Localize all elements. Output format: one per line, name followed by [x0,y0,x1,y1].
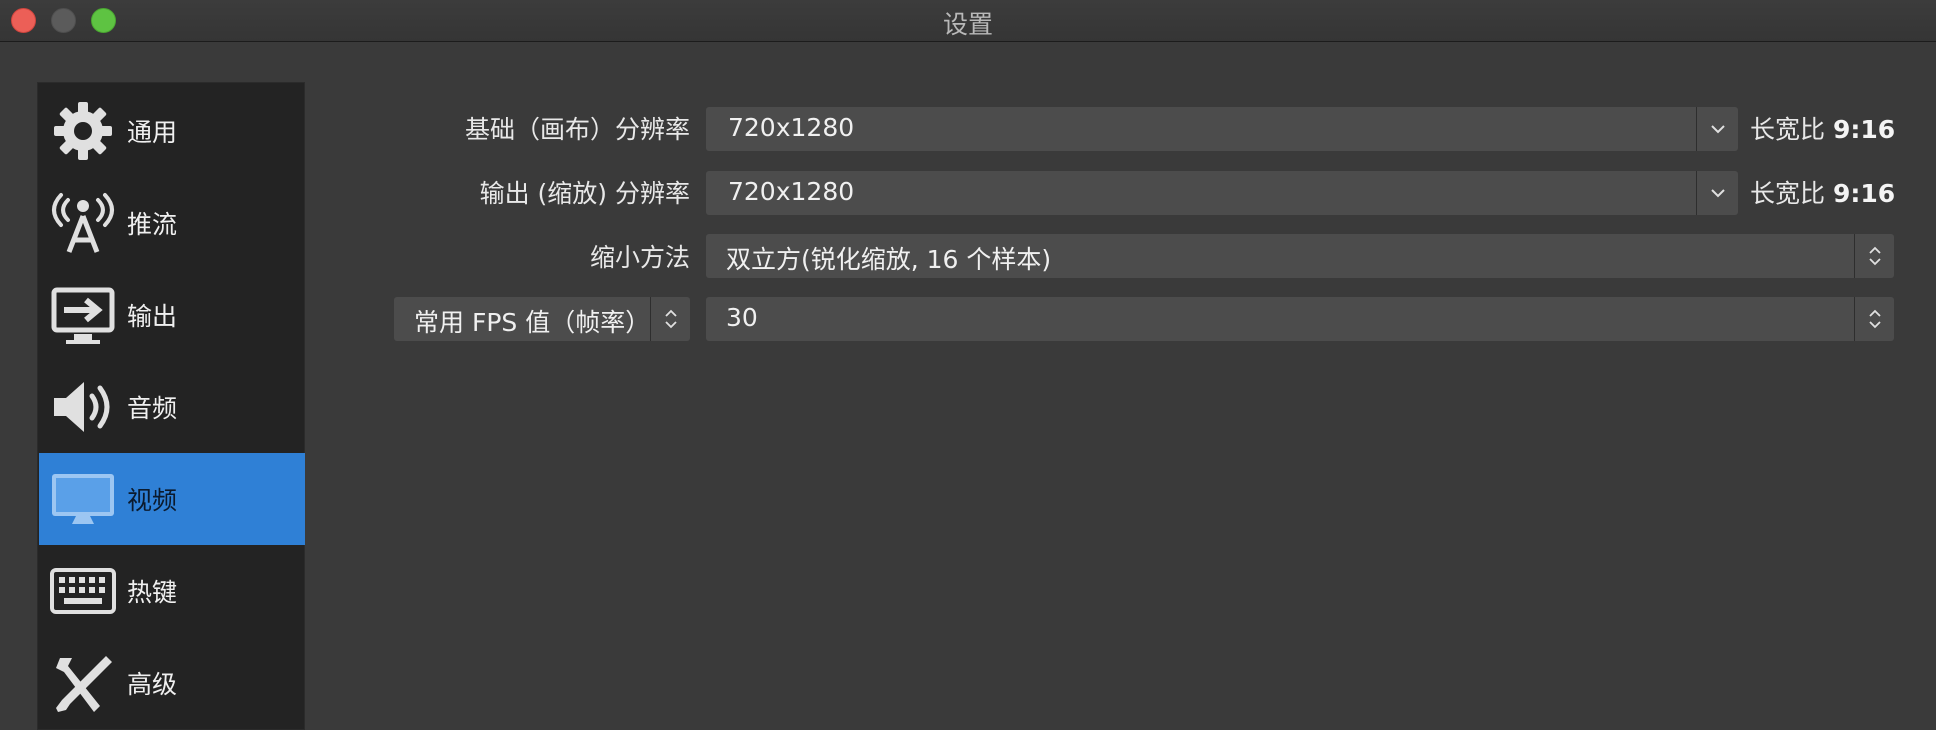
up-down-chevron-icon [1868,246,1881,266]
sidebar-item-label: 输出 [127,302,178,331]
output-aspect-ratio: 长宽比 9:16 [1750,174,1895,210]
sidebar-item-video[interactable]: 视频 [39,453,305,545]
fps-type-stepper[interactable] [650,297,690,341]
settings-sidebar: 通用 推流 输出 音频 视频 热键 高级 [37,82,305,730]
base-aspect-ratio: 长宽比 9:16 [1750,110,1895,146]
output-aspect-ratio-label: 长宽比 [1750,179,1826,208]
downscale-filter-select[interactable]: 双立方(锐化缩放, 16 个样本) [706,234,1894,278]
base-resolution-label: 基础（画布）分辨率 [464,115,690,144]
downscale-filter-value: 双立方(锐化缩放, 16 个样本) [726,245,1052,274]
base-resolution-value: 720x1280 [728,113,855,142]
chevron-down-icon [1710,189,1725,198]
sidebar-item-audio[interactable]: 音频 [39,361,305,453]
sidebar-item-label: 视频 [127,486,178,515]
downscale-filter-label: 缩小方法 [589,243,690,272]
sidebar-item-label: 通用 [127,118,178,147]
output-resolution-label: 输出 (缩放) 分辨率 [479,179,690,208]
fps-value-stepper[interactable] [1854,297,1894,341]
title-bar: 设置 [0,0,1936,42]
window-title: 设置 [942,10,993,39]
base-resolution-combobox[interactable]: 720x1280 [706,107,1738,151]
sidebar-item-stream[interactable]: 推流 [39,177,305,269]
output-resolution-combobox[interactable]: 720x1280 [706,171,1738,215]
fps-value-select[interactable]: 30 [706,297,1894,341]
downscale-filter-stepper[interactable] [1854,234,1894,278]
speaker-icon [50,374,116,440]
up-down-chevron-icon [664,309,677,329]
base-aspect-ratio-value: 9:16 [1832,115,1896,144]
sidebar-item-label: 推流 [127,210,178,239]
output-resolution-dropdown-button[interactable] [1696,171,1738,215]
tools-icon [50,650,116,716]
sidebar-item-general[interactable]: 通用 [39,85,305,177]
base-aspect-ratio-label: 长宽比 [1750,115,1826,144]
output-aspect-ratio-value: 9:16 [1832,179,1896,208]
fps-value: 30 [726,303,758,332]
monitor-icon [50,466,116,532]
sidebar-item-label: 高级 [127,670,178,699]
up-down-chevron-icon [1868,309,1881,329]
sidebar-item-hotkeys[interactable]: 热键 [39,545,305,637]
sidebar-item-label: 音频 [127,394,178,423]
fps-type-select[interactable]: 常用 FPS 值（帧率） [394,297,690,341]
monitor-export-icon [50,282,116,348]
chevron-down-icon [1710,125,1725,134]
sidebar-item-advanced[interactable]: 高级 [39,637,305,729]
sidebar-item-label: 热键 [127,578,178,607]
base-resolution-dropdown-button[interactable] [1696,107,1738,151]
fps-type-value: 常用 FPS 值（帧率） [414,308,651,337]
keyboard-icon [50,558,116,624]
output-resolution-value: 720x1280 [728,177,855,206]
gear-icon [50,98,116,164]
antenna-icon [50,190,116,256]
sidebar-item-output[interactable]: 输出 [39,269,305,361]
